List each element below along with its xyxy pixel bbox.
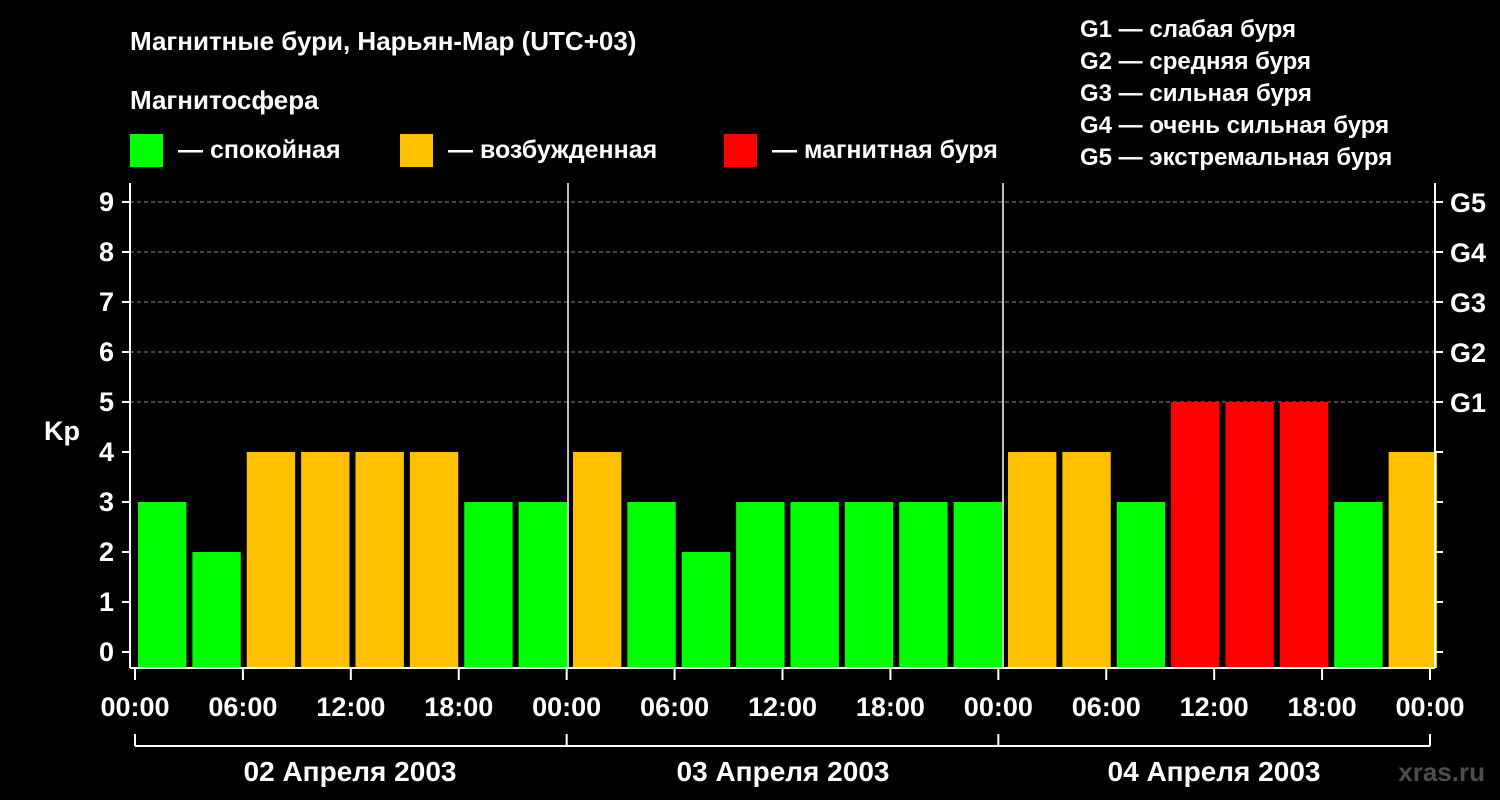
x-tick-label-9: 06:00 <box>1072 692 1141 722</box>
watermark: xras.ru <box>1398 757 1485 787</box>
x-tick-label-11: 18:00 <box>1288 692 1357 722</box>
legend-label-excited: — возбужденная <box>448 136 657 164</box>
kp-chart: Магнитные бури, Нарьян-Мар (UTC+03) Магн… <box>44 16 1486 787</box>
y2-tick-label-g1: G1 <box>1450 388 1486 418</box>
x-tick-label-7: 18:00 <box>856 692 925 722</box>
bar-13 <box>790 502 839 668</box>
bar-23 <box>1334 502 1383 668</box>
y-tick-label-3: 3 <box>99 487 114 517</box>
bar-1 <box>138 502 187 668</box>
scale-legend-g5: G5 — экстремальная буря <box>1080 144 1392 171</box>
bar-22 <box>1279 402 1329 668</box>
scale-legend-g4: G4 — очень сильная буря <box>1080 112 1389 139</box>
y2-tick-label-g4: G4 <box>1450 238 1486 268</box>
bar-18 <box>1062 452 1111 668</box>
chart-subtitle: Магнитосфера <box>130 85 319 115</box>
x-tick-label-5: 06:00 <box>640 692 709 722</box>
scale-legend-g1: G1 — слабая буря <box>1080 16 1296 43</box>
legend-swatch-excited <box>400 134 433 167</box>
scale-legend-g2: G2 — средняя буря <box>1080 48 1311 75</box>
bar-20 <box>1171 402 1220 668</box>
bar-11 <box>681 552 731 668</box>
bar-4 <box>301 452 350 668</box>
bar-10 <box>627 502 676 668</box>
bar-24 <box>1388 452 1437 668</box>
day-label-3: 04 Апреля 2003 <box>1108 756 1321 787</box>
y2-tick-label-g2: G2 <box>1450 338 1486 368</box>
day-label-2: 03 Апреля 2003 <box>677 756 890 787</box>
x-tick-label-12: 00:00 <box>1395 692 1464 722</box>
y-tick-label-5: 5 <box>99 387 114 417</box>
x-tick-label-10: 12:00 <box>1180 692 1249 722</box>
x-tick-label-3: 18:00 <box>424 692 493 722</box>
x-tick-label-8: 00:00 <box>964 692 1033 722</box>
y-tick-label-2: 2 <box>99 537 114 567</box>
y2-tick-label-g5: G5 <box>1450 188 1486 218</box>
day-label-1: 02 Апреля 2003 <box>244 756 457 787</box>
bar-3 <box>246 452 296 668</box>
chart-title: Магнитные бури, Нарьян-Мар (UTC+03) <box>130 26 636 56</box>
legend-swatch-quiet <box>130 134 163 167</box>
bar-6 <box>409 452 459 668</box>
bar-17 <box>1008 452 1057 668</box>
bar-19 <box>1116 502 1166 668</box>
bar-16 <box>953 502 1002 668</box>
legend-label-storm: — магнитная буря <box>772 136 998 164</box>
x-tick-label-6: 12:00 <box>748 692 817 722</box>
y-tick-label-6: 6 <box>99 337 114 367</box>
bar-9 <box>573 452 622 668</box>
bar-21 <box>1225 402 1274 668</box>
bar-12 <box>736 502 785 668</box>
bar-7 <box>464 502 513 668</box>
y-tick-label-0: 0 <box>99 637 114 667</box>
y-tick-label-4: 4 <box>99 437 114 467</box>
y-tick-label-8: 8 <box>99 237 114 267</box>
bar-14 <box>844 502 894 668</box>
y-tick-label-1: 1 <box>99 587 114 617</box>
y-tick-label-9: 9 <box>99 187 114 217</box>
bar-5 <box>355 452 404 668</box>
bar-15 <box>899 502 948 668</box>
y-axis-label: Kp <box>44 416 80 446</box>
x-tick-label-2: 12:00 <box>316 692 385 722</box>
y2-tick-label-g3: G3 <box>1450 288 1486 318</box>
legend-label-quiet: — спокойная <box>178 136 341 164</box>
bar-2 <box>192 552 241 668</box>
x-tick-label-0: 00:00 <box>100 692 169 722</box>
legend-swatch-storm <box>724 134 757 167</box>
bar-8 <box>518 502 567 668</box>
x-tick-label-4: 00:00 <box>532 692 601 722</box>
x-tick-label-1: 06:00 <box>208 692 277 722</box>
y-tick-label-7: 7 <box>99 287 114 317</box>
scale-legend-g3: G3 — сильная буря <box>1080 80 1312 107</box>
